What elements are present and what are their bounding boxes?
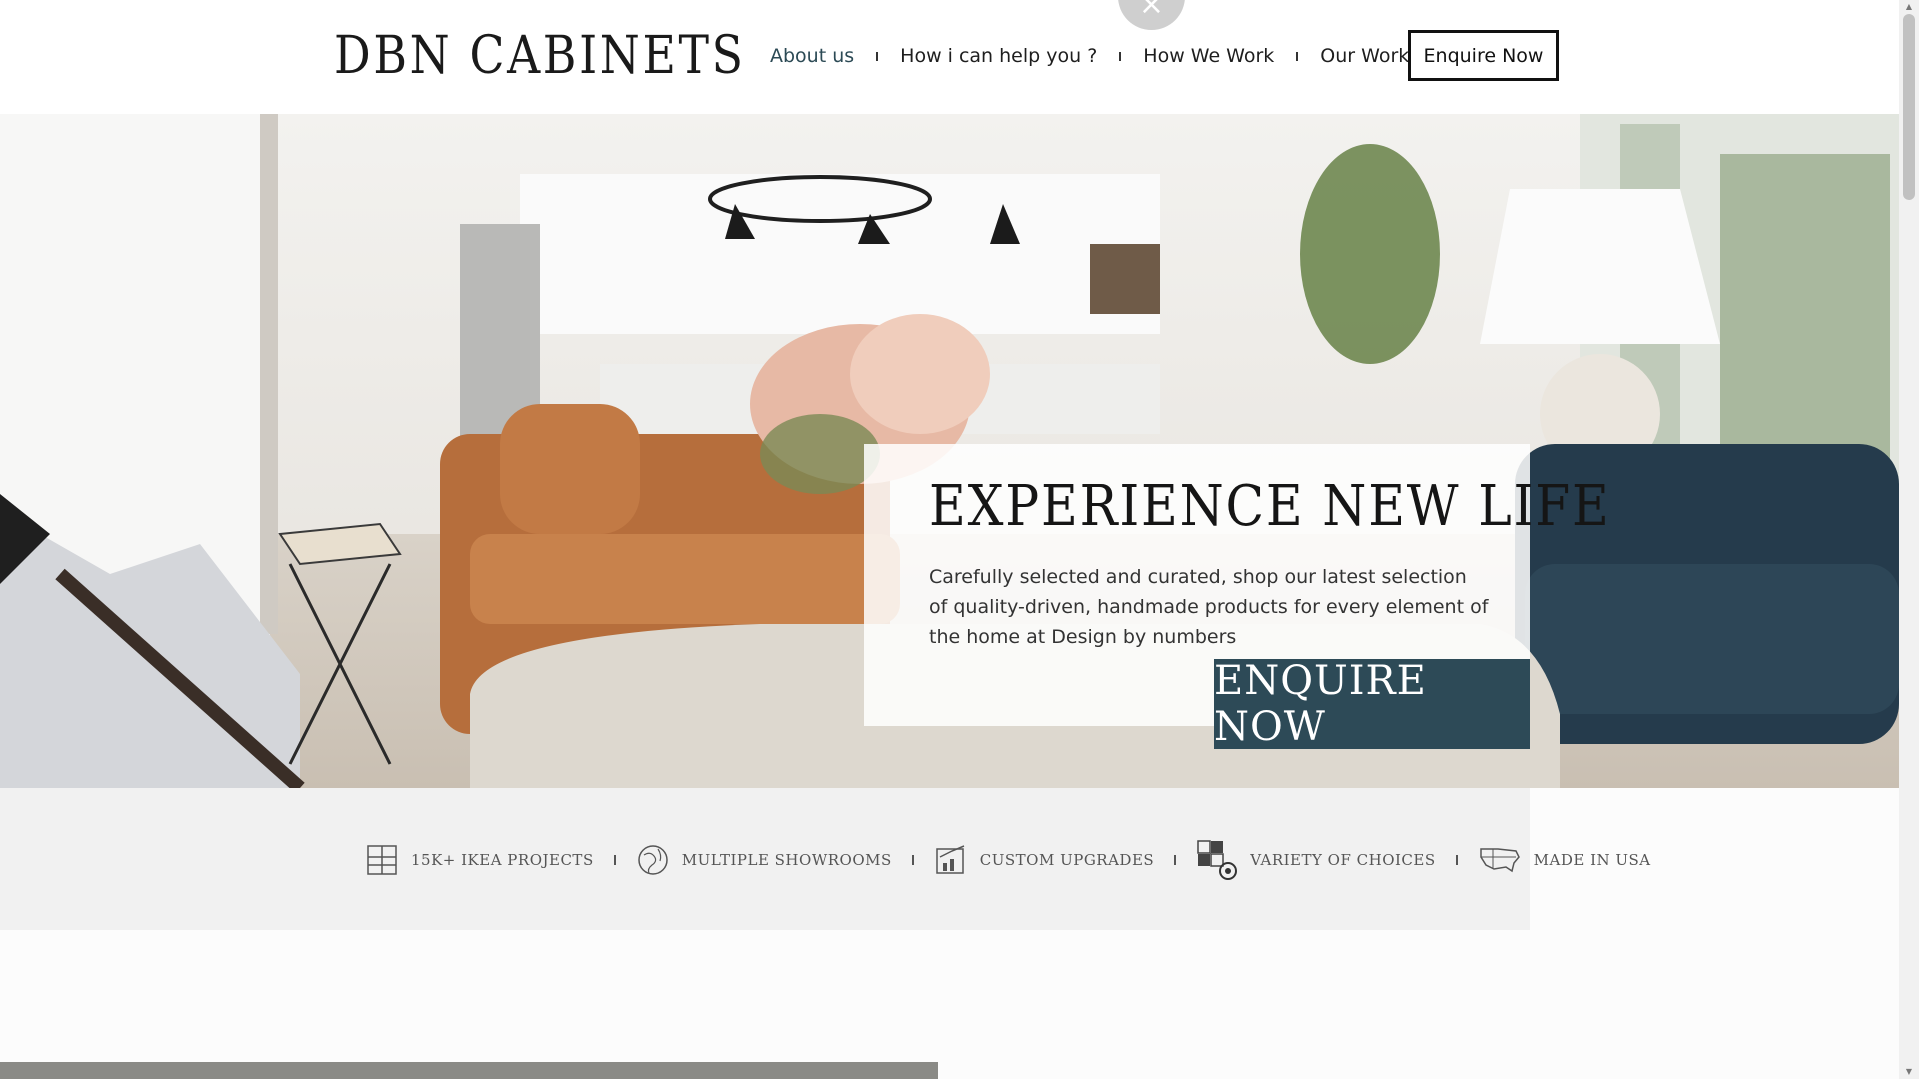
feature-item: CUSTOM UPGRADES — [934, 843, 1154, 877]
site-header: DBN CABINETS × About us How i can help y… — [0, 0, 1899, 114]
feature-label: MULTIPLE SHOWROOMS — [681, 851, 892, 869]
feature-item: MADE IN USA — [1478, 843, 1651, 877]
site-logo[interactable]: DBN CABINETS — [334, 26, 746, 86]
feature-separator — [1455, 855, 1458, 865]
feature-item: VARIETY OF CHOICES — [1196, 839, 1435, 881]
nav-our-work[interactable]: Our Work — [1320, 45, 1409, 67]
close-button[interactable]: × — [1118, 0, 1185, 30]
chart-upgrade-icon — [936, 845, 965, 874]
feature-separator — [911, 855, 914, 865]
nav-how-i-can-help[interactable]: How i can help you ? — [900, 45, 1097, 67]
nav-separator — [1296, 51, 1299, 61]
feature-item: MULTIPLE SHOWROOMS — [636, 843, 892, 877]
enquire-now-button[interactable]: Enquire Now — [1408, 30, 1559, 81]
hero-description: Carefully selected and curated, shop our… — [929, 566, 1489, 648]
feature-label: 15K+ IKEA PROJECTS — [411, 851, 594, 869]
scroll-up-arrow-icon[interactable]: ▲ — [1904, 2, 1914, 12]
globe-icon — [637, 845, 668, 875]
feature-label: CUSTOM UPGRADES — [979, 851, 1155, 869]
scrollbar-thumb[interactable] — [1903, 14, 1915, 200]
hero-enquire-button[interactable]: ENQUIRE NOW — [1214, 658, 1530, 750]
features-row: 15K+ IKEA PROJECTS MULTIPLE SHOWROOMS CU… — [365, 840, 1651, 880]
next-section-image — [0, 1062, 938, 1079]
hero-section: EXPERIENCE NEW LIFE Carefully selected a… — [0, 114, 1899, 788]
nav-about-us[interactable]: About us — [770, 45, 854, 67]
page-scrollbar[interactable]: ▲ ▼ — [1899, 0, 1919, 1079]
scroll-down-arrow-icon[interactable]: ▼ — [1904, 1067, 1914, 1077]
feature-item: 15K+ IKEA PROJECTS — [365, 843, 594, 877]
hero-title: EXPERIENCE NEW LIFE — [929, 474, 1611, 539]
cabinet-icon — [367, 845, 397, 875]
feature-separator — [1174, 855, 1177, 865]
feature-label: VARIETY OF CHOICES — [1250, 851, 1436, 869]
usa-map-icon — [1479, 848, 1520, 873]
pattern-gear-icon — [1197, 840, 1238, 880]
features-strip: 15K+ IKEA PROJECTS MULTIPLE SHOWROOMS CU… — [0, 788, 1650, 930]
nav-separator — [1119, 51, 1122, 61]
main-nav: About us How i can help you ? How We Wor… — [770, 40, 1409, 72]
close-icon: × — [1138, 0, 1165, 22]
nav-how-we-work[interactable]: How We Work — [1143, 45, 1274, 67]
feature-separator — [613, 855, 616, 865]
feature-label: MADE IN USA — [1533, 851, 1651, 869]
nav-separator — [876, 51, 879, 61]
